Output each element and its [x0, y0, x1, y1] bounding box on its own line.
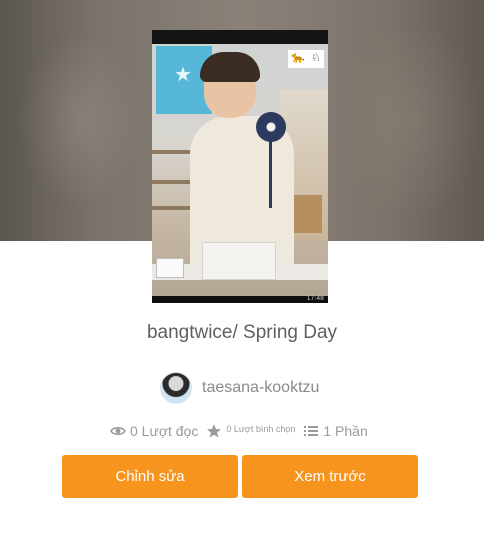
votes-count: 0 Lượt bình chọn: [226, 424, 296, 434]
eye-icon: [110, 427, 126, 435]
avatar[interactable]: [160, 372, 192, 404]
cover-tag: [156, 258, 184, 278]
story-title: bangtwice/ Spring Day: [146, 322, 338, 343]
votes-stat: 0 Lượt bình chọn: [206, 423, 295, 439]
cover-boxes: [292, 195, 322, 233]
brand-mark-icon: ♘: [311, 51, 321, 64]
cover-white-box: [202, 242, 276, 280]
star-icon: [207, 424, 222, 438]
author-name[interactable]: taesana-kooktzu: [202, 379, 319, 397]
cover-star-decoration: ★: [174, 62, 192, 86]
author-row[interactable]: taesana-kooktzu: [160, 372, 319, 404]
story-stats: 0 Lượt đọc 0 Lượt bình chọn 1 Phần: [110, 421, 368, 441]
parts-count: 1 Phần: [323, 423, 368, 439]
preview-button[interactable]: Xem trước: [242, 455, 418, 498]
banner-blur-left: [20, 30, 140, 210]
cover-status-time: 17:48: [306, 295, 324, 302]
puma-logo-icon: 🐆: [291, 51, 305, 64]
cover-flower: [256, 112, 286, 142]
banner-blur-right: [340, 20, 480, 220]
cover-person-hair: [200, 52, 260, 82]
parts-stat: 1 Phần: [303, 423, 368, 439]
edit-button[interactable]: Chỉnh sửa: [62, 455, 238, 498]
cover-phone-navbar: [152, 296, 328, 303]
reads-count: 0 Lượt đọc: [130, 423, 199, 439]
reads-stat: 0 Lượt đọc: [110, 423, 198, 439]
cover-flower-stem: [269, 136, 272, 208]
story-cover-image[interactable]: ★ 🐆 ♘ 17:48: [152, 30, 328, 303]
list-icon: [304, 426, 319, 436]
